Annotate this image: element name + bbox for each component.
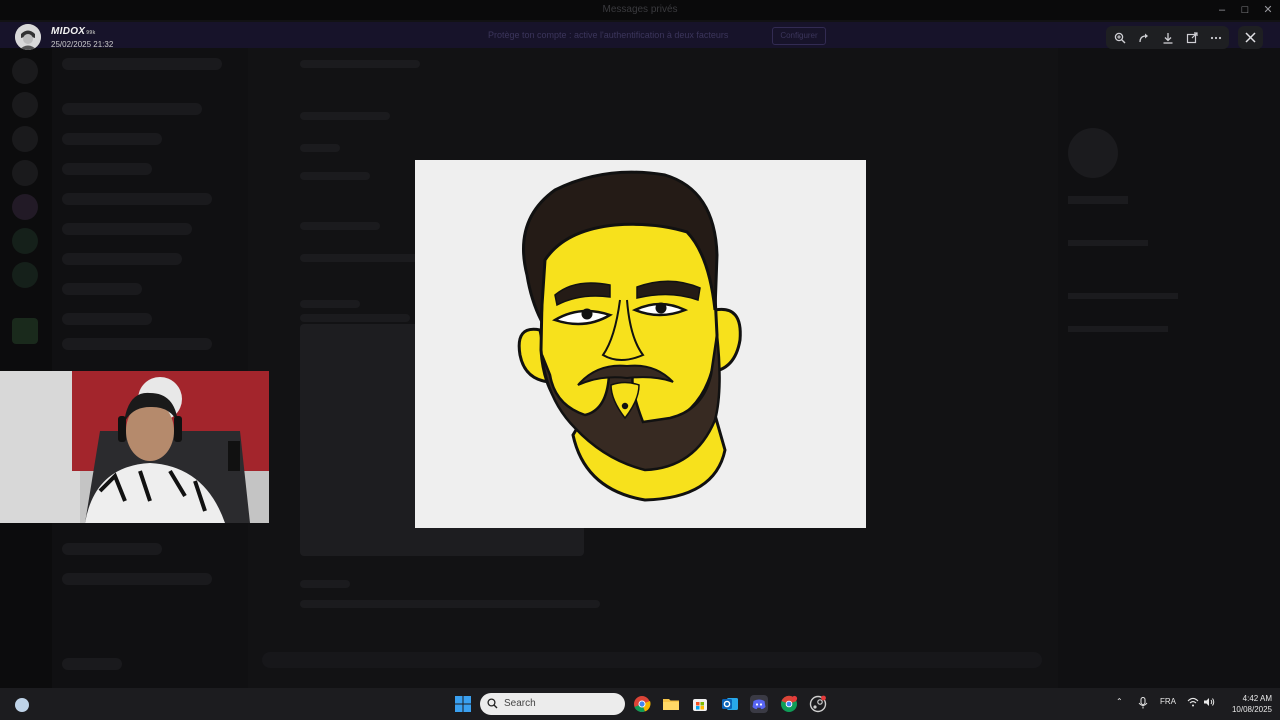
file-explorer-icon[interactable] (662, 695, 680, 713)
server-icon[interactable] (12, 318, 38, 344)
close-icon[interactable] (1238, 26, 1263, 49)
server-icon[interactable] (12, 92, 38, 118)
upload-date: 25/02/2025 21:32 (51, 40, 114, 49)
webcam-overlay (0, 371, 269, 523)
dm-row[interactable] (62, 573, 212, 585)
server-icon[interactable] (12, 126, 38, 152)
window-close-icon[interactable]: ✕ (1260, 2, 1276, 18)
dm-row[interactable] (62, 543, 162, 555)
server-icon[interactable] (12, 194, 38, 220)
open-external-icon[interactable] (1180, 26, 1204, 49)
server-list (0, 48, 52, 688)
start-icon[interactable] (454, 695, 472, 713)
minimize-icon[interactable]: – (1214, 2, 1230, 18)
dm-row[interactable] (62, 338, 212, 350)
wifi-icon[interactable] (1187, 697, 1199, 709)
avatar[interactable] (15, 24, 41, 50)
dm-row[interactable] (62, 193, 212, 205)
chrome-icon[interactable] (633, 695, 651, 713)
banner-button[interactable]: Configurer (772, 27, 826, 45)
dm-row[interactable] (62, 283, 142, 295)
server-icon[interactable] (12, 228, 38, 254)
taskbar-search-input[interactable]: Search (480, 693, 625, 715)
language-indicator[interactable]: FRA (1160, 697, 1176, 706)
dm-row[interactable] (62, 58, 222, 70)
uploader-name: MIDOX99k (51, 26, 96, 37)
rotate-icon[interactable] (1132, 26, 1156, 49)
discord-icon[interactable] (750, 695, 768, 713)
image-toolbar (1106, 26, 1229, 49)
notice-banner: Protège ton compte : active l'authentifi… (0, 22, 1280, 48)
chrome-profile-icon[interactable] (780, 695, 798, 713)
user-panel[interactable] (62, 658, 122, 670)
clock-date: 10/08/2025 (1231, 705, 1272, 714)
dm-row[interactable] (62, 313, 152, 325)
profile-panel (1058, 48, 1280, 688)
search-placeholder: Search (504, 698, 536, 709)
dm-row[interactable] (62, 103, 202, 115)
dm-row[interactable] (62, 163, 152, 175)
microphone-icon[interactable] (1138, 697, 1148, 711)
clock-time: 4:42 AM (1242, 694, 1272, 703)
window-titlebar: Messages privés – □ ✕ (0, 0, 1280, 20)
server-icon[interactable] (12, 160, 38, 186)
windows-taskbar: Search ⌃ FRA 4:42 AM 10/08/2025 (0, 688, 1280, 720)
maximize-icon[interactable]: □ (1237, 2, 1253, 18)
dm-row[interactable] (62, 253, 182, 265)
store-icon[interactable] (691, 695, 709, 713)
server-icon[interactable] (12, 262, 38, 288)
dm-list (52, 48, 248, 688)
more-icon[interactable] (1204, 26, 1228, 49)
window-title: Messages privés (602, 4, 678, 15)
dm-row[interactable] (62, 223, 192, 235)
cartoon-portrait-image[interactable] (415, 160, 866, 528)
volume-icon[interactable] (1203, 697, 1215, 709)
tray-chevron-icon[interactable]: ⌃ (1116, 697, 1123, 706)
outlook-icon[interactable] (721, 695, 739, 713)
widgets-icon[interactable] (13, 696, 31, 714)
banner-text: Protège ton compte : active l'authentifi… (488, 30, 729, 40)
zoom-in-icon[interactable] (1108, 26, 1132, 49)
steam-icon[interactable] (809, 695, 827, 713)
dm-row[interactable] (62, 133, 162, 145)
search-icon (487, 698, 498, 709)
taskbar-clock[interactable]: 4:42 AM 10/08/2025 (1222, 693, 1272, 715)
download-icon[interactable] (1156, 26, 1180, 49)
server-icon[interactable] (12, 58, 38, 84)
